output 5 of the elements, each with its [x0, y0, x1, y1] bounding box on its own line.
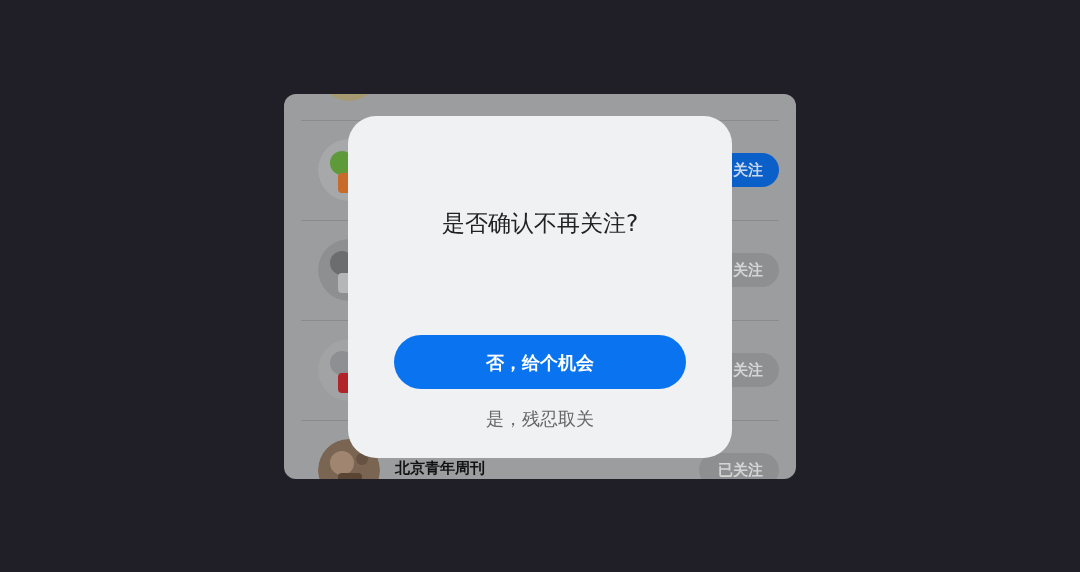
keep-following-button[interactable]: 否，给个机会: [394, 335, 686, 389]
account-name: 北京青年周刊: [395, 458, 486, 477]
unfollow-link[interactable]: 是，残忍取关: [486, 405, 594, 432]
dialog-title: 是否确认不再关注?: [441, 208, 639, 238]
follow-button[interactable]: 已关注: [699, 453, 779, 479]
